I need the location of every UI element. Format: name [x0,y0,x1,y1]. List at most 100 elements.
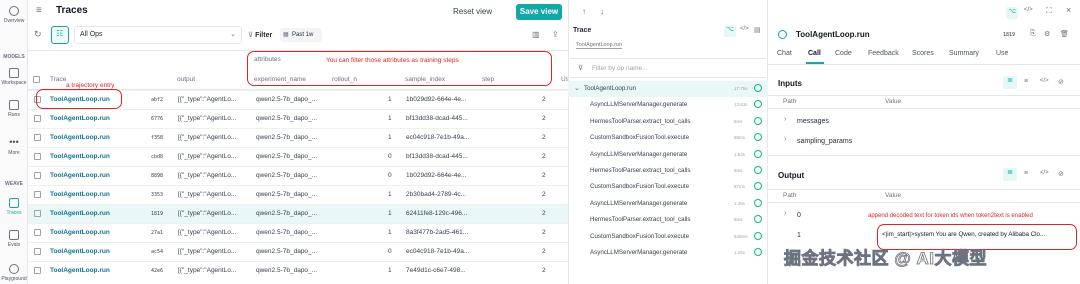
nav-item-runs[interactable]: Runs [0,100,28,118]
refresh-icon[interactable]: ↻ [34,29,42,40]
nav-item-overview[interactable]: Overview [0,6,28,24]
row-op-name[interactable]: ToolAgentLoop.run [50,172,110,179]
row-checkbox[interactable] [34,210,41,217]
reset-view-button[interactable]: Reset view [453,7,492,16]
row-op-name[interactable]: ToolAgentLoop.run [50,153,110,160]
tab-feedback[interactable]: Feedback [868,50,899,57]
nav-item-traces[interactable]: Traces [0,198,28,216]
inputs-value-header: Value [885,98,902,105]
tree-node-duration: 13.63s [734,102,748,108]
trace-root-chip[interactable]: ToolAgentLoop.run [576,42,623,49]
code-icon[interactable]: </> [1024,7,1033,13]
ops-select[interactable]: All Ops ⌄ [74,26,242,44]
date-range-chip[interactable]: ▦ Past 1w [280,28,322,42]
layout-icon[interactable]: ▤ [754,26,761,34]
expand-icon[interactable]: ⛶ [1046,6,1052,16]
tab-code[interactable]: Code [835,50,852,57]
settings-icon[interactable]: ⚙ [1044,30,1050,38]
select-all-checkbox[interactable] [33,76,40,83]
nav-item-evals[interactable]: Evals [0,230,28,248]
input-row-sampling-params[interactable]: sampling_params [797,138,852,145]
table-row[interactable]: ToolAgentLoop.run 27a1 [{"_type":"AgentLo.… [28,223,568,242]
column-output[interactable]: output [177,76,195,83]
row-checkbox[interactable] [34,267,41,274]
trace-tree-node[interactable]: HermesToolParser.extract_tool_calls 6ms [568,114,768,130]
arrow-up-icon[interactable]: ↑ [582,7,586,16]
row-checkbox[interactable] [34,229,41,236]
trace-tree-node[interactable]: HermesToolParser.extract_tool_calls 6ms [568,212,768,228]
table-row[interactable]: ToolAgentLoop.run 6776 [{"_type":"AgentLo.… [28,109,568,128]
column-trace[interactable]: Trace [50,76,66,83]
trace-tree-node[interactable]: AsyncLLMServerManager.generate 1.35s [568,196,768,212]
nav-item-workspace[interactable]: Workspace [0,68,28,86]
tab-scores[interactable]: Scores [912,50,934,57]
save-view-button[interactable]: Save view [516,4,562,20]
tab-call[interactable]: Call [808,50,821,57]
trace-tree-node[interactable]: CustomSandboxFusionTool.execute 87ms [568,179,768,195]
tree-node-name: HermesToolParser.extract_tool_calls [590,117,691,125]
chevron-right-icon[interactable]: › [784,210,786,217]
delete-icon[interactable]: 🗑 [1060,30,1069,38]
hide-icon[interactable]: ⊘ [1058,170,1064,178]
copy-icon[interactable]: ⎘ [1030,30,1036,38]
export-icon[interactable]: ⇪ [552,30,559,39]
trace-tree-node[interactable]: CustomSandboxFusionTool.execute 88ms [568,130,768,146]
tab-summary[interactable]: Summary [949,50,979,57]
row-checkbox[interactable] [34,153,41,160]
trace-tree-node[interactable]: AsyncLLMServerManager.generate 1.53s [568,147,768,163]
json-view-icon[interactable]: </> [1040,78,1049,84]
tab-chat[interactable]: Chat [777,50,792,57]
tab-use[interactable]: Use [996,50,1008,57]
row-op-name[interactable]: ToolAgentLoop.run [50,134,110,141]
row-checkbox[interactable] [34,248,41,255]
table-row[interactable]: ToolAgentLoop.run 1819 [{"_type":"AgentLo.… [28,204,568,223]
chart-icon[interactable]: ▥ [532,30,540,39]
trace-tree-node[interactable]: AsyncLLMServerManager.generate 13.63s [568,97,768,113]
trace-tree-node[interactable]: CustomSandboxFusionTool.execute 530ms [568,229,768,245]
row-op-name[interactable]: ToolAgentLoop.run [50,248,110,255]
list-view-icon[interactable]: ≣ [1003,168,1017,181]
op-status-icon [778,30,787,39]
input-row-messages[interactable]: messages [797,118,829,125]
arrow-down-icon[interactable]: ↓ [600,7,604,16]
row-op-name[interactable]: ToolAgentLoop.run [50,115,110,122]
trace-view-icon[interactable]: ⌥ [1006,7,1018,19]
raw-view-icon[interactable]: ≡ [1024,170,1028,177]
table-row[interactable]: ToolAgentLoop.run 8898 [{"_type":"AgentLo.… [28,166,568,185]
trace-tree-node[interactable]: AsyncLLMServerManager.generate 1.25s [568,245,768,261]
table-row[interactable]: ToolAgentLoop.run 3353 [{"_type":"AgentLo.… [28,185,568,204]
trace-tree-node[interactable]: ⌄ ToolAgentLoop.run 17.75s [568,81,768,97]
list-view-icon[interactable]: ≣ [1003,76,1017,89]
nav-item-more[interactable]: ••• More [0,138,28,157]
code-view-icon[interactable]: </> [740,26,749,32]
columns-toggle-button[interactable]: ☷ [51,26,69,44]
op-filter-input[interactable]: ⊽ Filter by op name... [570,58,766,78]
nav-item-playground[interactable]: Playground [0,264,28,282]
chevron-right-icon[interactable]: › [784,116,786,123]
row-checkbox[interactable] [34,134,41,141]
hide-icon[interactable]: ⊘ [1058,78,1064,86]
chevron-down-icon[interactable]: ⌄ [574,84,580,92]
raw-view-icon[interactable]: ≡ [1024,78,1028,85]
trace-tree-node[interactable]: HermesToolParser.extract_tool_calls 6ms [568,163,768,179]
row-op-name[interactable]: ToolAgentLoop.run [50,229,110,236]
tree-view-icon[interactable]: ⌥ [724,25,736,37]
output-row-path-0[interactable]: 0 [797,212,801,219]
row-checkbox[interactable] [34,191,41,198]
close-icon[interactable]: × [1066,5,1071,15]
table-row[interactable]: ToolAgentLoop.run cbd8 [{"_type":"AgentLo.… [28,147,568,166]
json-view-icon[interactable]: </> [1040,170,1049,176]
table-row[interactable]: ToolAgentLoop.run f358 [{"_type":"AgentLo.… [28,128,568,147]
row-op-name[interactable]: ToolAgentLoop.run [50,191,110,198]
row-checkbox[interactable] [34,115,41,122]
filter-button[interactable]: ⊽ Filter [248,31,272,39]
row-rollout-n: 1 [388,115,392,122]
table-row[interactable]: ToolAgentLoop.run 42e6 [{"_type":"AgentLo.… [28,261,568,280]
row-op-name[interactable]: ToolAgentLoop.run [50,210,110,217]
row-op-name[interactable]: ToolAgentLoop.run [50,267,110,274]
table-row[interactable]: ToolAgentLoop.run ac54 [{"_type":"AgentLo.… [28,242,568,261]
row-trace-id: cbd8 [151,154,164,160]
row-checkbox[interactable] [34,172,41,179]
chevron-right-icon[interactable]: › [784,136,786,143]
menu-icon[interactable]: ≡ [36,5,42,16]
